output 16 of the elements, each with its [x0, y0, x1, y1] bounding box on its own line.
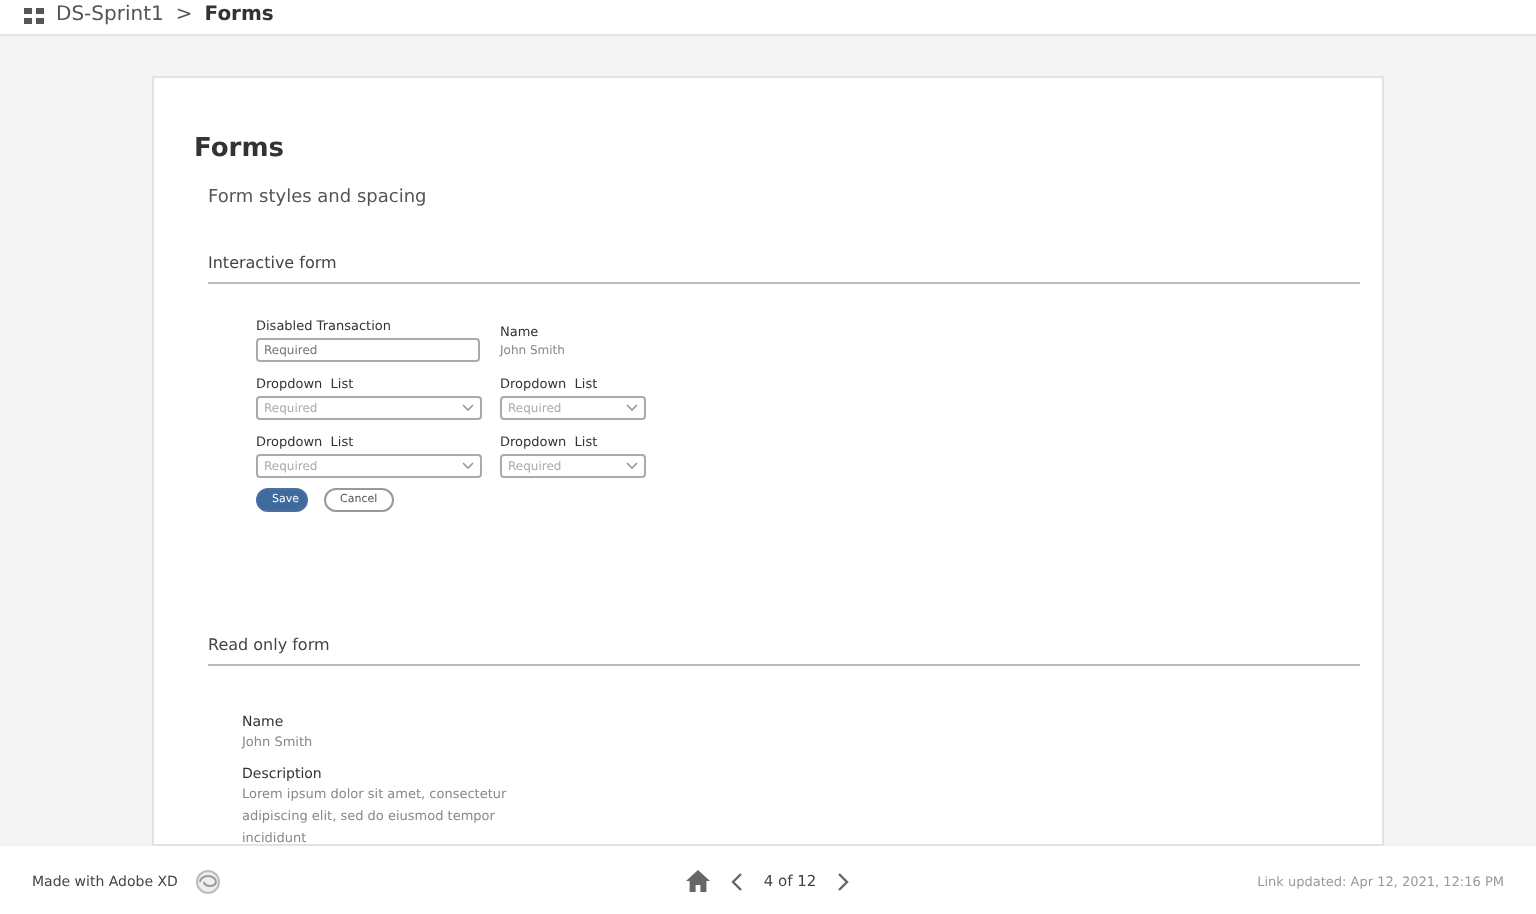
breadcrumb-separator: >	[175, 4, 193, 26]
caret-icon	[462, 462, 474, 470]
page-subtitle: Form styles and spacing	[208, 188, 427, 208]
grid-icon	[24, 8, 44, 24]
caret-icon	[462, 404, 474, 412]
swirl-logo-icon	[193, 869, 222, 893]
caret-icon	[626, 462, 638, 470]
section-heading: Read only form	[208, 636, 1360, 666]
breadcrumb-page: Forms	[204, 4, 274, 26]
home-icon[interactable]	[685, 870, 710, 892]
caret-icon	[626, 404, 638, 412]
breadcrumb-project[interactable]: DS-Sprint1	[56, 4, 164, 26]
next-icon[interactable]	[836, 871, 851, 891]
section-heading: Interactive form	[208, 254, 1360, 284]
previous-icon[interactable]	[729, 871, 744, 891]
page-title: Forms	[194, 134, 286, 164]
